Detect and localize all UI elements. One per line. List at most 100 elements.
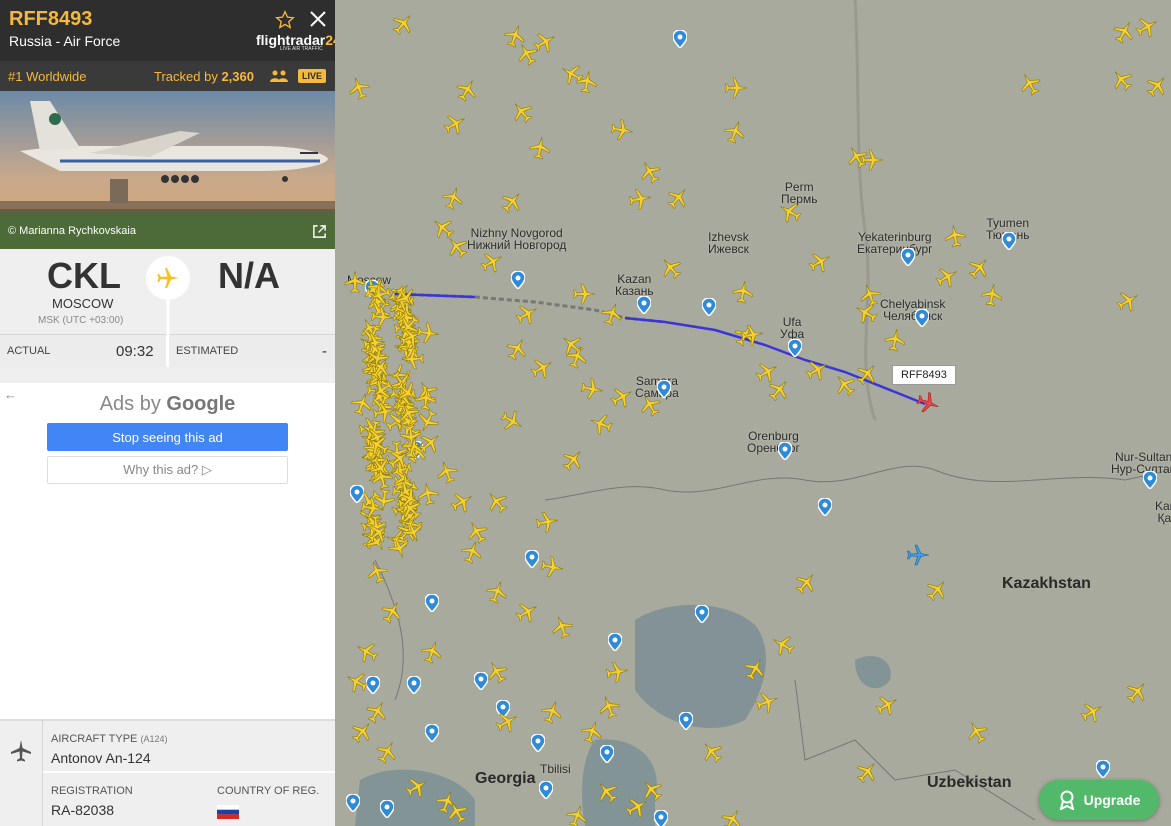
- aircraft-icon[interactable]: [842, 142, 872, 172]
- aircraft-icon[interactable]: [558, 444, 589, 475]
- airport-pin-icon[interactable]: [424, 723, 440, 743]
- aircraft-icon[interactable]: [980, 282, 1005, 308]
- aircraft-icon[interactable]: [1132, 12, 1162, 42]
- airport-pin-icon[interactable]: [900, 247, 916, 267]
- aircraft-icon[interactable]: [512, 299, 542, 329]
- aircraft-icon[interactable]: [609, 118, 635, 143]
- aircraft-icon[interactable]: [413, 406, 442, 436]
- aircraft-icon[interactable]: [415, 321, 441, 345]
- airport-pin-icon[interactable]: [345, 793, 361, 813]
- aircraft-photo[interactable]: © Marianna Rychkovskaia: [0, 91, 335, 249]
- aircraft-icon[interactable]: [442, 797, 472, 826]
- aircraft-icon[interactable]: [372, 737, 402, 767]
- airport-pin-icon[interactable]: [530, 733, 546, 753]
- aircraft-icon[interactable]: [377, 597, 407, 627]
- airport-pin-icon[interactable]: [777, 441, 793, 461]
- aircraft-icon[interactable]: [604, 659, 630, 684]
- aircraft-icon[interactable]: [418, 637, 446, 666]
- aircraft-icon[interactable]: [477, 247, 507, 277]
- aircraft-icon-blue[interactable]: [906, 543, 936, 573]
- aircraft-icon[interactable]: [482, 657, 512, 687]
- aircraft-icon[interactable]: [724, 76, 748, 100]
- airport-pin-icon[interactable]: [1095, 759, 1111, 779]
- aircraft-icon[interactable]: [440, 109, 470, 139]
- airport-pin-icon[interactable]: [510, 270, 526, 290]
- aircraft-icon[interactable]: [402, 772, 432, 802]
- aircraft-icon[interactable]: [595, 692, 623, 721]
- aircraft-icon[interactable]: [452, 75, 482, 105]
- aircraft-icon[interactable]: [439, 183, 467, 212]
- airport-pin-icon[interactable]: [424, 593, 440, 613]
- airport-pin-icon[interactable]: [406, 675, 422, 695]
- aircraft-icon[interactable]: [717, 805, 747, 826]
- aircraft-icon[interactable]: [739, 322, 765, 347]
- aircraft-icon[interactable]: [415, 480, 441, 507]
- aircraft-icon[interactable]: [663, 182, 694, 213]
- aircraft-icon[interactable]: [1077, 697, 1107, 727]
- airport-pin-icon[interactable]: [672, 29, 688, 49]
- airport-pin-icon[interactable]: [1001, 231, 1017, 251]
- aircraft-icon[interactable]: [363, 518, 394, 548]
- aircraft-icon[interactable]: [1142, 70, 1171, 101]
- aircraft-icon[interactable]: [883, 327, 908, 353]
- aircraft-icon[interactable]: [1106, 64, 1137, 95]
- aircraft-icon[interactable]: [352, 637, 382, 667]
- aircraft-icon[interactable]: [363, 430, 393, 460]
- aircraft-icon[interactable]: [802, 355, 832, 385]
- airport-pin-icon[interactable]: [678, 711, 694, 731]
- aircraft-icon[interactable]: [347, 716, 378, 747]
- flight-map[interactable]: Nizhny Novgorod Нижний Новгород Perm Пермь…: [335, 0, 1171, 826]
- aircraft-icon[interactable]: [635, 157, 665, 187]
- aircraft-icon[interactable]: [414, 386, 438, 411]
- aircraft-icon[interactable]: [696, 736, 727, 767]
- aircraft-icon[interactable]: [483, 577, 511, 606]
- aircraft-icon[interactable]: [502, 334, 532, 364]
- aircraft-icon[interactable]: [534, 509, 560, 534]
- aircraft-icon[interactable]: [388, 8, 419, 39]
- aircraft-icon[interactable]: [539, 555, 565, 580]
- aircraft-icon[interactable]: [721, 117, 749, 146]
- airport-pin-icon[interactable]: [1142, 470, 1158, 490]
- aircraft-icon[interactable]: [1122, 676, 1153, 707]
- upgrade-button[interactable]: Upgrade: [1039, 780, 1159, 820]
- aircraft-icon[interactable]: [492, 707, 522, 737]
- aircraft-icon[interactable]: [563, 342, 591, 371]
- airport-pin-icon[interactable]: [379, 799, 395, 819]
- aircraft-icon[interactable]: [575, 69, 600, 95]
- aircraft-icon[interactable]: [740, 654, 770, 684]
- star-icon[interactable]: [275, 10, 295, 30]
- aircraft-icon[interactable]: [527, 353, 557, 383]
- aircraft-icon[interactable]: [627, 186, 653, 211]
- aircraft-icon[interactable]: [365, 344, 391, 371]
- aircraft-icon[interactable]: [852, 756, 883, 787]
- aircraft-icon[interactable]: [390, 282, 420, 313]
- aircraft-icon[interactable]: [731, 279, 756, 305]
- airport-pin-icon[interactable]: [636, 295, 652, 315]
- aircraft-icon[interactable]: [791, 567, 822, 598]
- aircraft-icon[interactable]: [512, 597, 542, 627]
- aircraft-icon[interactable]: [962, 717, 992, 747]
- airport-pin-icon[interactable]: [607, 632, 623, 652]
- aircraft-icon[interactable]: [578, 717, 606, 746]
- airport-pin-icon[interactable]: [653, 809, 669, 826]
- aircraft-icon[interactable]: [768, 630, 798, 660]
- why-this-ad-button[interactable]: Why this ad? ▷: [47, 456, 288, 484]
- aircraft-icon[interactable]: [345, 73, 373, 102]
- airport-pin-icon[interactable]: [694, 604, 710, 624]
- aircraft-icon[interactable]: [1113, 286, 1143, 316]
- aircraft-icon[interactable]: [506, 96, 537, 127]
- aircraft-icon[interactable]: [922, 574, 953, 605]
- close-icon[interactable]: [308, 9, 328, 29]
- aircraft-icon[interactable]: [1015, 69, 1045, 99]
- aircraft-icon[interactable]: [635, 390, 665, 420]
- aircraft-icon[interactable]: [805, 247, 835, 277]
- aircraft-icon[interactable]: [462, 517, 492, 547]
- airport-pin-icon[interactable]: [787, 338, 803, 358]
- aircraft-icon[interactable]: [942, 223, 967, 249]
- aircraft-icon[interactable]: [655, 252, 686, 283]
- aircraft-icon[interactable]: [607, 382, 637, 412]
- aircraft-icon[interactable]: [548, 612, 576, 641]
- aircraft-icon[interactable]: [441, 231, 472, 262]
- aircraft-icon[interactable]: [753, 688, 782, 716]
- aircraft-icon[interactable]: [932, 262, 962, 292]
